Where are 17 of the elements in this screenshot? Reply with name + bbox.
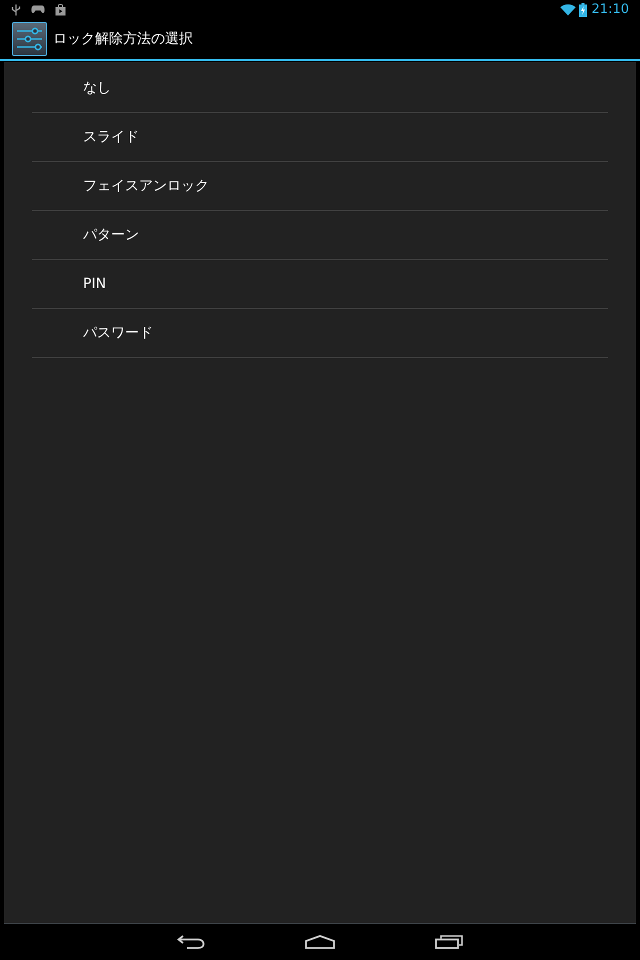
unlock-option[interactable]: パターン: [32, 211, 608, 259]
unlock-option[interactable]: スライド: [32, 113, 608, 161]
shopping-bag-icon: [55, 4, 66, 16]
unlock-option[interactable]: フェイスアンロック: [32, 162, 608, 210]
settings-sliders-icon[interactable]: [12, 22, 47, 56]
unlock-option[interactable]: なし: [32, 64, 608, 112]
clock-time: 21:10: [592, 3, 629, 16]
back-icon[interactable]: [177, 935, 205, 949]
unlock-option[interactable]: PIN: [32, 260, 608, 308]
usb-icon: [11, 4, 21, 16]
home-icon[interactable]: [305, 935, 335, 949]
unlock-option[interactable]: パスワード: [32, 309, 608, 357]
wifi-icon: [560, 4, 576, 16]
screen-title: ロック解除方法の選択: [53, 32, 193, 46]
battery-charging-icon: [578, 2, 587, 16]
game-controller-icon: [31, 5, 45, 14]
recent-apps-icon[interactable]: [435, 935, 463, 949]
